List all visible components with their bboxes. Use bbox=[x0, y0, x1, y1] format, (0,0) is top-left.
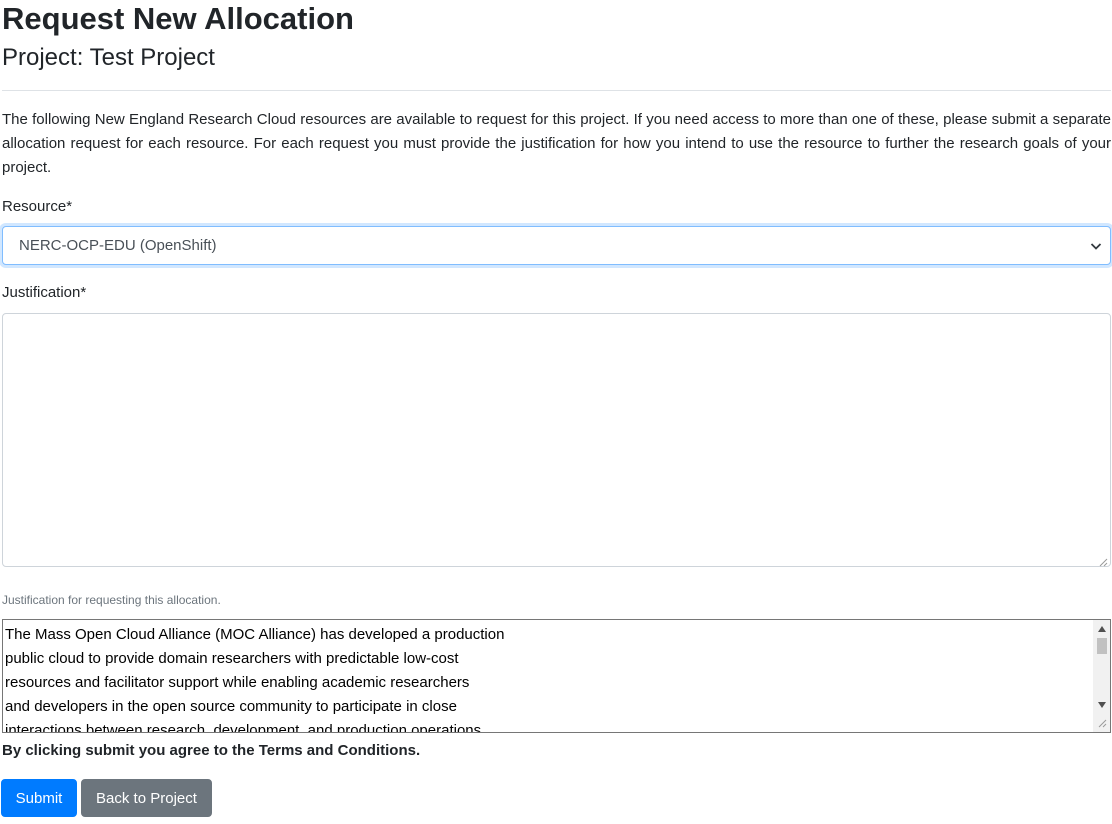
triangle-up-icon[interactable] bbox=[1093, 622, 1110, 636]
resize-grip-icon[interactable] bbox=[1098, 554, 1108, 567]
terms-agreement-text: By clicking submit you agree to the Term… bbox=[2, 742, 421, 759]
submit-button[interactable]: Submit bbox=[1, 779, 77, 817]
resource-label: Resource* bbox=[2, 198, 73, 215]
intro-paragraph: The following New England Research Cloud… bbox=[2, 111, 1111, 176]
divider bbox=[2, 90, 1111, 91]
resource-selected-value: NERC-OCP-EDU (OpenShift) bbox=[19, 237, 217, 254]
page-title: Request New Allocation bbox=[2, 1, 354, 36]
justification-label: Justification* bbox=[2, 284, 87, 301]
allocation-request-page: Request New Allocation Project: Test Pro… bbox=[0, 0, 1112, 824]
justification-help-text: Justification for requesting this alloca… bbox=[2, 593, 221, 607]
project-subtitle: Project: Test Project bbox=[2, 44, 215, 71]
terms-text: The Mass Open Cloud Alliance (MOC Allian… bbox=[5, 626, 505, 733]
terms-scrollbar[interactable] bbox=[1093, 620, 1110, 732]
triangle-down-icon[interactable] bbox=[1093, 698, 1110, 712]
terms-textarea[interactable]: The Mass Open Cloud Alliance (MOC Allian… bbox=[2, 619, 1111, 733]
justification-textarea[interactable] bbox=[2, 313, 1111, 567]
chevron-down-icon bbox=[1090, 240, 1102, 252]
resize-grip-icon[interactable] bbox=[1093, 716, 1110, 730]
resource-select[interactable]: NERC-OCP-EDU (OpenShift) bbox=[2, 226, 1111, 265]
scrollbar-thumb[interactable] bbox=[1097, 638, 1107, 654]
back-to-project-button[interactable]: Back to Project bbox=[81, 779, 212, 817]
